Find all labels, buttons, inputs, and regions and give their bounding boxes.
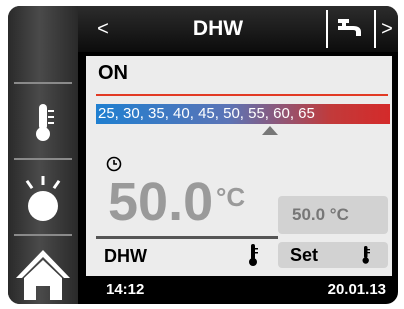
sidebar-divider: [14, 158, 72, 160]
sun-icon: [25, 176, 61, 221]
header-bar: < DHW >: [78, 6, 398, 52]
tap-icon: [338, 19, 361, 36]
clock-icon: [106, 156, 122, 172]
sidebar: [8, 6, 78, 304]
temperature-underline: [96, 236, 278, 239]
screen-frame: < DHW > ON 25, 30, 35, 40, 45, 50, 55, 6…: [0, 0, 404, 309]
next-button[interactable]: >: [376, 6, 398, 52]
back-button[interactable]: <: [78, 6, 128, 52]
device-bezel: < DHW > ON 25, 30, 35, 40, 45, 50, 55, 6…: [8, 6, 398, 304]
thermometer-icon: [362, 246, 370, 264]
setpoint-display: 50.0 °C: [278, 196, 388, 234]
home-icon: [16, 250, 70, 300]
sidebar-item-sun[interactable]: [8, 162, 78, 232]
sidebar-item-home[interactable]: [8, 238, 78, 304]
chevron-right-icon: >: [381, 17, 393, 40]
status-text: ON: [98, 62, 128, 84]
current-temperature-unit: °C: [216, 182, 246, 212]
scale-labels: 25, 30, 35, 40, 45, 50, 55, 60, 65: [98, 105, 315, 122]
mode-label: DHW: [104, 246, 147, 266]
status-bar: 14:12 20.01.13: [78, 276, 398, 304]
sidebar-item-thermometer[interactable]: [8, 86, 78, 156]
sidebar-divider: [14, 234, 72, 236]
tap-button[interactable]: [328, 6, 372, 52]
temperature-scale[interactable]: 25, 30, 35, 40, 45, 50, 55, 60, 65: [96, 104, 390, 124]
set-button[interactable]: Set: [278, 242, 388, 268]
status-underline: [96, 94, 388, 96]
sidebar-divider: [14, 82, 72, 84]
page-title: DHW: [192, 17, 244, 40]
time-display: 14:12: [106, 281, 145, 298]
thermometer-icon: [36, 104, 54, 141]
setpoint-value: 50.0 °C: [292, 205, 349, 224]
current-temperature: 50.0: [108, 172, 214, 232]
set-button-label: Set: [290, 245, 319, 265]
main-panel: ON 25, 30, 35, 40, 45, 50, 55, 60, 65 50…: [86, 56, 392, 276]
chevron-left-icon: <: [97, 17, 109, 40]
thermometer-icon: [249, 244, 258, 266]
date-display: 20.01.13: [327, 281, 386, 298]
scale-marker: [262, 126, 278, 135]
